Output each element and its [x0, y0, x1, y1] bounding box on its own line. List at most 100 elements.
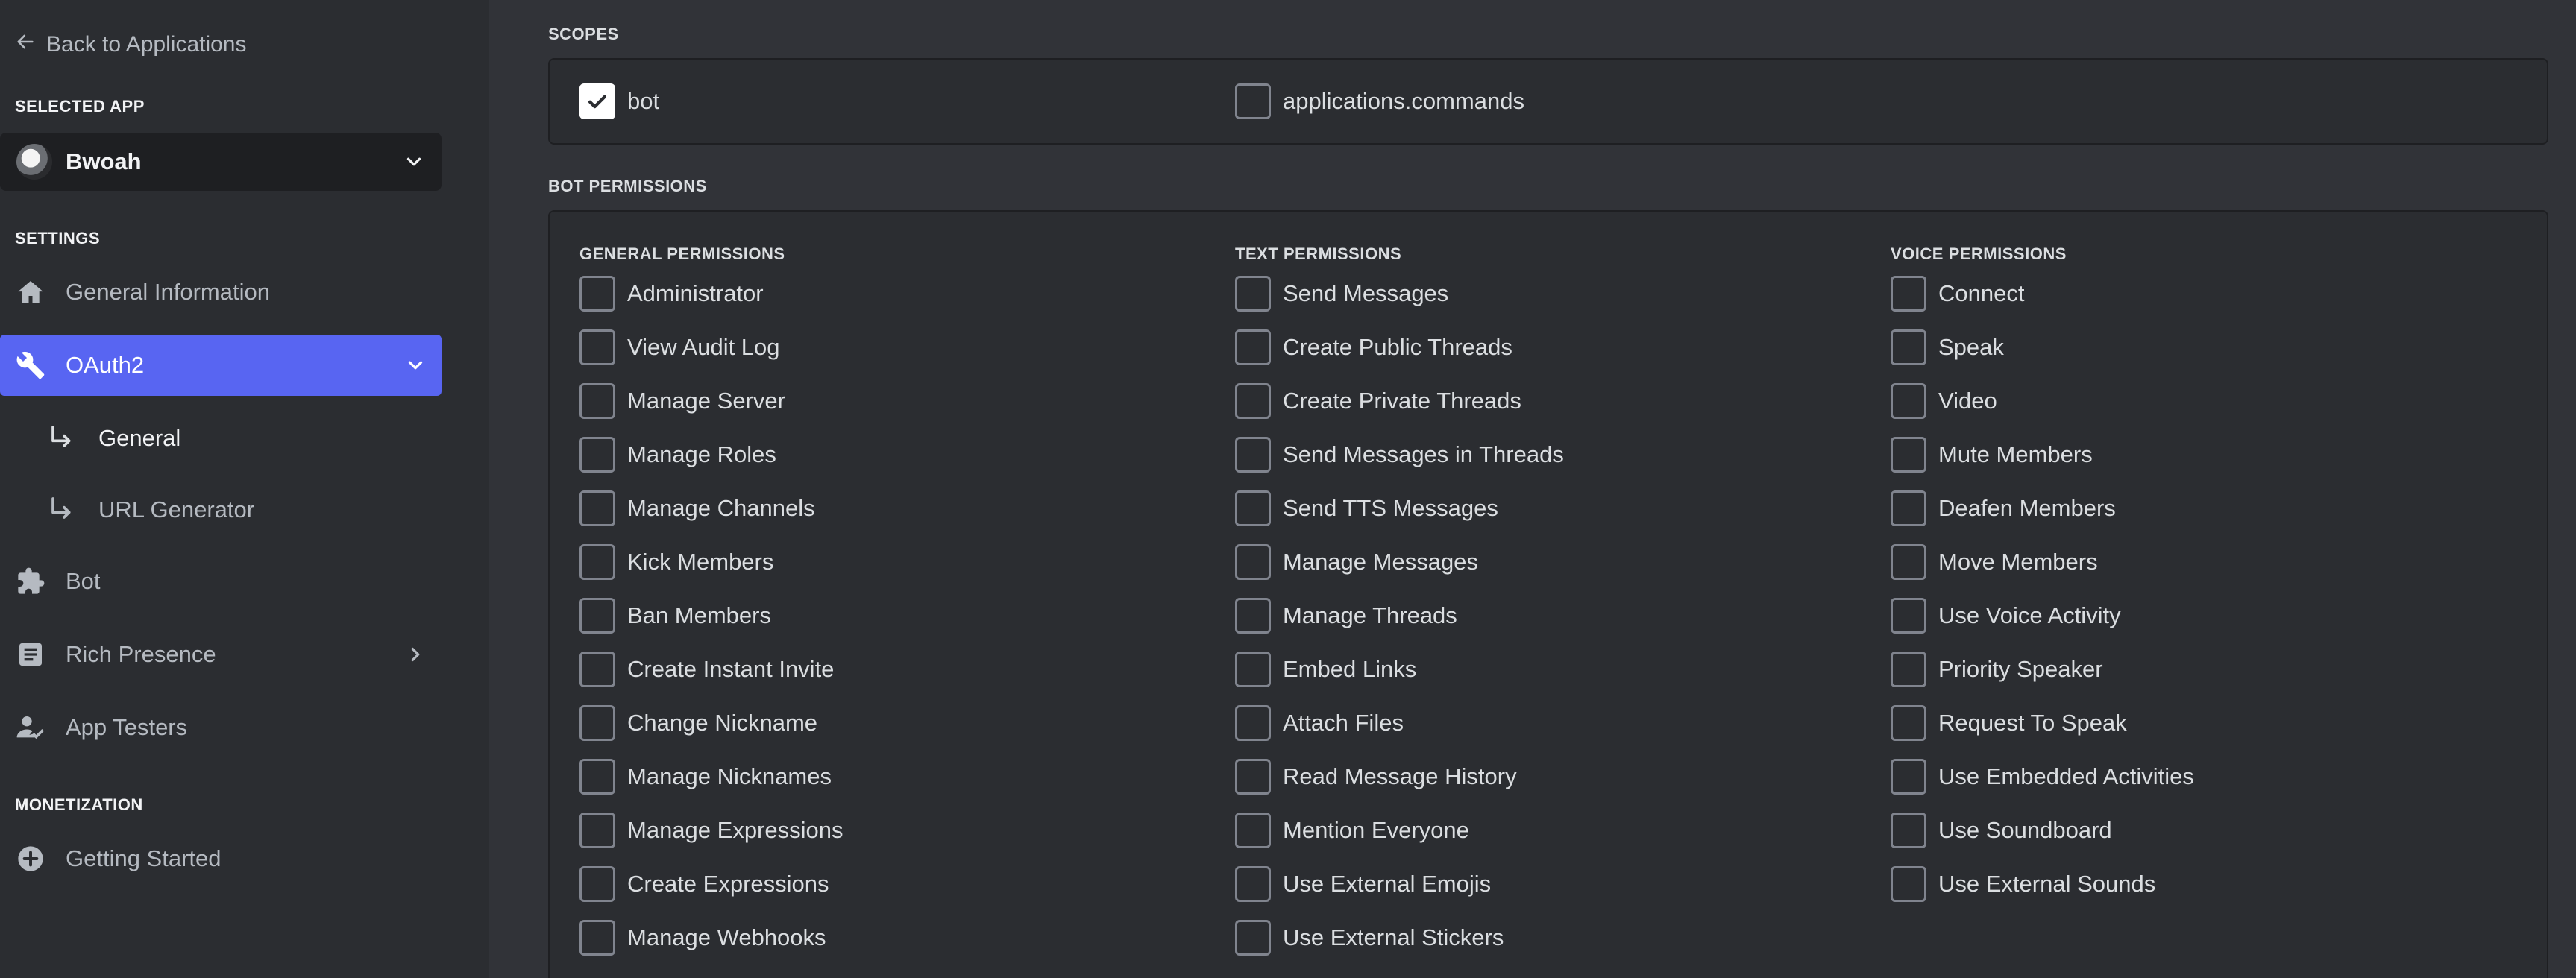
checkbox[interactable] [1891, 276, 1926, 312]
checkbox[interactable] [1891, 544, 1926, 580]
checkbox[interactable] [1891, 598, 1926, 634]
permission-checkbox-row[interactable]: Deafen Members [1891, 489, 2116, 528]
permission-checkbox-row[interactable]: Administrator [579, 274, 764, 313]
checkbox[interactable] [1235, 490, 1271, 526]
permission-checkbox-row[interactable]: Mention Everyone [1235, 811, 1469, 850]
sidebar-item-bot[interactable]: Bot [0, 551, 442, 612]
main-content: SCOPES bot applications.commands BOT PER… [489, 0, 2576, 978]
checkbox[interactable] [1235, 920, 1271, 956]
checkbox[interactable] [1891, 437, 1926, 473]
permission-checkbox-row[interactable]: Ban Members [579, 596, 771, 635]
checkbox[interactable] [579, 759, 615, 795]
permission-checkbox-row[interactable]: Send Messages [1235, 274, 1448, 313]
checkbox[interactable] [1235, 813, 1271, 848]
permission-checkbox-row[interactable]: Manage Threads [1235, 596, 1457, 635]
checkbox[interactable] [1235, 598, 1271, 634]
checkbox[interactable] [579, 544, 615, 580]
checkbox-label: Manage Webhooks [627, 924, 826, 950]
permission-checkbox-row[interactable]: Use External Stickers [1235, 918, 1504, 957]
permission-checkbox-row[interactable]: Use External Emojis [1235, 865, 1491, 903]
permission-checkbox-row[interactable]: Manage Nicknames [579, 757, 832, 796]
checkbox[interactable] [579, 437, 615, 473]
checkbox[interactable] [579, 920, 615, 956]
permission-checkbox-row[interactable]: Embed Links [1235, 650, 1416, 689]
permission-checkbox-row[interactable]: Change Nickname [579, 704, 817, 742]
permission-checkbox-row[interactable]: Send Messages in Threads [1235, 435, 1564, 474]
checkbox[interactable] [1891, 866, 1926, 902]
checkbox[interactable] [1891, 652, 1926, 687]
checkbox[interactable] [1235, 544, 1271, 580]
permission-checkbox-row[interactable]: Manage Roles [579, 435, 776, 474]
checkbox[interactable] [1891, 383, 1926, 419]
permission-checkbox-row[interactable]: Speak [1891, 328, 2004, 367]
permission-checkbox-row[interactable]: Manage Messages [1235, 543, 1478, 581]
permission-checkbox-row[interactable]: Manage Expressions [579, 811, 844, 850]
checkbox[interactable] [1235, 276, 1271, 312]
permission-checkbox-row[interactable]: Use Soundboard [1891, 811, 2112, 850]
checkbox[interactable] [1235, 652, 1271, 687]
checkbox-label: Move Members [1938, 549, 2098, 575]
permission-checkbox-row[interactable]: Use Voice Activity [1891, 596, 2121, 635]
checkbox[interactable] [579, 652, 615, 687]
permission-checkbox-row[interactable]: Create Expressions [579, 865, 829, 903]
checkbox[interactable] [579, 705, 615, 741]
permission-checkbox-row[interactable]: Manage Webhooks [579, 918, 826, 957]
permission-checkbox-row[interactable]: Create Private Threads [1235, 382, 1521, 420]
permission-checkbox-row[interactable]: Connect [1891, 274, 2024, 313]
permission-checkbox-row[interactable]: Send TTS Messages [1235, 489, 1498, 528]
checkbox-label: Use Embedded Activities [1938, 763, 2194, 789]
permission-checkbox-row[interactable]: View Audit Log [579, 328, 780, 367]
checkbox[interactable] [579, 598, 615, 634]
permission-checkbox-row[interactable]: Priority Speaker [1891, 650, 2103, 689]
checkbox[interactable] [579, 813, 615, 848]
permission-column-title: TEXT PERMISSIONS [1235, 245, 1402, 263]
checkbox[interactable] [579, 490, 615, 526]
checkbox[interactable] [579, 329, 615, 365]
checkbox[interactable] [1235, 383, 1271, 419]
permission-checkbox-row[interactable]: Request To Speak [1891, 704, 2127, 742]
sidebar-item-oauth2-general[interactable]: General [0, 408, 442, 469]
permission-checkbox-row[interactable]: Read Message History [1235, 757, 1517, 796]
permission-checkbox-row[interactable]: Create Public Threads [1235, 328, 1512, 367]
sidebar-item-general-information[interactable]: General Information [0, 262, 442, 323]
permission-checkbox-row[interactable]: Kick Members [579, 543, 773, 581]
sidebar-item-url-generator[interactable]: URL Generator [0, 479, 442, 540]
permission-checkbox-row[interactable]: Use Embedded Activities [1891, 757, 2194, 796]
checkbox[interactable] [579, 866, 615, 902]
checkbox[interactable] [1891, 490, 1926, 526]
checkbox-label: Manage Expressions [627, 817, 844, 843]
checkbox[interactable] [1235, 437, 1271, 473]
checkbox[interactable] [1235, 866, 1271, 902]
checkbox[interactable] [579, 83, 615, 119]
permission-checkbox-row[interactable]: Attach Files [1235, 704, 1404, 742]
checkbox[interactable] [1891, 813, 1926, 848]
checkbox-label: Read Message History [1283, 763, 1517, 789]
checkbox-label: Send TTS Messages [1283, 495, 1498, 521]
checkbox[interactable] [1235, 83, 1271, 119]
permission-checkbox-row[interactable]: Manage Channels [579, 489, 815, 528]
checkbox[interactable] [1235, 759, 1271, 795]
back-to-applications-link[interactable]: Back to Applications [15, 28, 247, 61]
permission-checkbox-row[interactable]: Move Members [1891, 543, 2098, 581]
permission-checkbox-row[interactable]: Mute Members [1891, 435, 2093, 474]
permission-checkbox-row[interactable]: Manage Server [579, 382, 785, 420]
checkbox[interactable] [1235, 705, 1271, 741]
checkbox[interactable] [1891, 759, 1926, 795]
sidebar-item-app-testers[interactable]: App Testers [0, 697, 442, 758]
sidebar-item-rich-presence[interactable]: Rich Presence [0, 624, 442, 685]
scope-checkbox-bot[interactable]: bot [579, 82, 659, 121]
checkbox[interactable] [1235, 329, 1271, 365]
sidebar-item-getting-started[interactable]: Getting Started [0, 828, 442, 889]
checkbox[interactable] [1891, 329, 1926, 365]
app-selector-dropdown[interactable]: Bwoah [0, 133, 442, 191]
checkbox[interactable] [579, 276, 615, 312]
bot-permissions-heading: BOT PERMISSIONS [548, 177, 707, 195]
checkbox[interactable] [579, 383, 615, 419]
permission-checkbox-row[interactable]: Create Instant Invite [579, 650, 834, 689]
sidebar-item-oauth2[interactable]: OAuth2 [0, 335, 442, 396]
checkbox[interactable] [1891, 705, 1926, 741]
scope-checkbox-applications-commands[interactable]: applications.commands [1235, 82, 1524, 121]
sub-arrow-icon [45, 423, 76, 454]
permission-checkbox-row[interactable]: Video [1891, 382, 1997, 420]
permission-checkbox-row[interactable]: Use External Sounds [1891, 865, 2155, 903]
